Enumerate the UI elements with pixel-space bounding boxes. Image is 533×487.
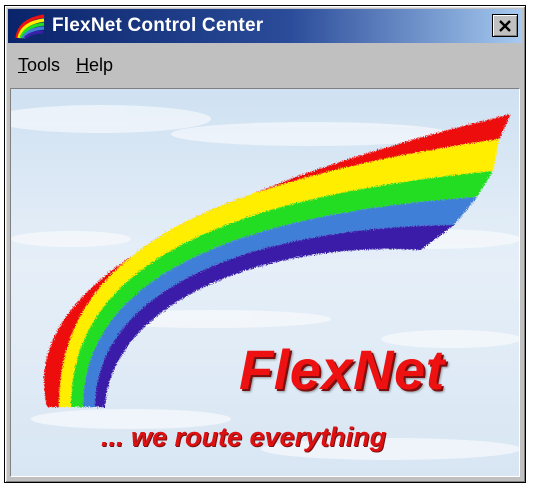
menu-bar: Tools Help: [8, 45, 522, 85]
app-window: FlexNet Control Center Tools Help FlexNe…: [4, 5, 526, 483]
rainbow-icon: [15, 14, 45, 40]
brand-name: FlexNet: [239, 338, 445, 401]
menu-help-label: elp: [89, 54, 114, 75]
menu-tools[interactable]: Tools: [12, 55, 66, 76]
menu-help[interactable]: Help: [70, 55, 119, 76]
window-title: FlexNet Control Center: [52, 15, 264, 36]
splash-artwork: [11, 105, 519, 460]
menu-tools-label: ools: [27, 54, 61, 75]
close-icon: [499, 19, 511, 32]
title-bar[interactable]: FlexNet Control Center: [8, 9, 522, 43]
menu-tools-mnemonic: T: [18, 54, 27, 75]
menu-help-mnemonic: H: [76, 54, 90, 75]
splash-panel: FlexNet ... we route everything: [10, 88, 520, 477]
close-button[interactable]: [492, 14, 518, 37]
tagline: ... we route everything: [101, 422, 387, 452]
